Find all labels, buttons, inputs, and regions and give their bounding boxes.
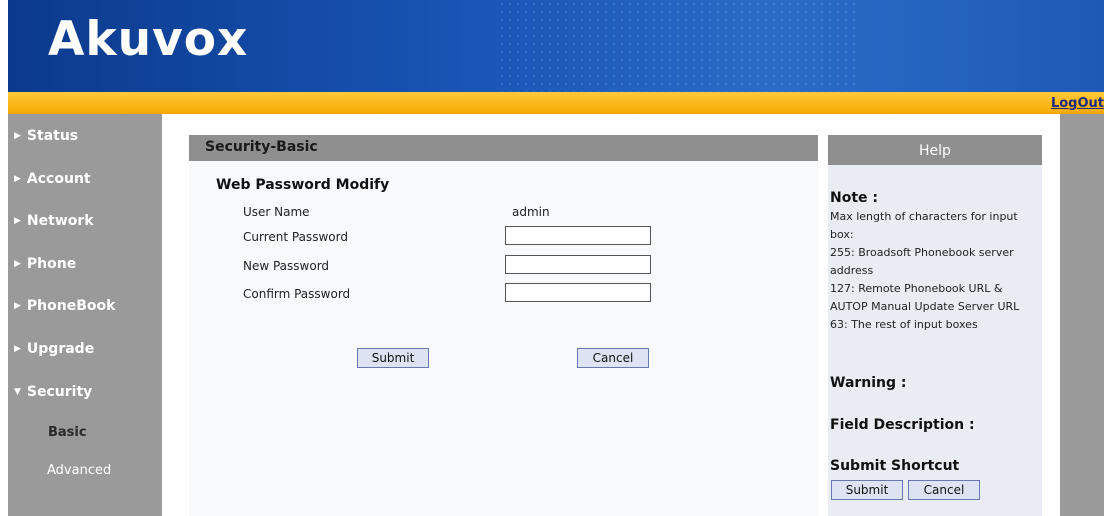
sidebar-item-label: Account (26, 171, 91, 187)
triangle-right-icon: ▶ (14, 216, 21, 226)
triangle-down-icon: ▼ (14, 387, 21, 397)
page-title: Security-Basic (205, 139, 318, 155)
right-gutter (1060, 114, 1104, 516)
new-password-input[interactable] (505, 255, 651, 274)
triangle-right-icon: ▶ (14, 259, 21, 269)
user-name-value: admin (512, 205, 550, 219)
sidebar-subitem-basic[interactable]: Basic (48, 425, 87, 440)
header-banner: Akuvox (8, 0, 1104, 92)
orange-divider-bar (8, 92, 1104, 114)
sidebar-item-phonebook[interactable]: ▶ PhoneBook (14, 298, 115, 314)
help-note-line: 63: The rest of input boxes (830, 318, 978, 331)
triangle-right-icon: ▶ (14, 174, 21, 184)
help-note-line: Max length of characters for input (830, 210, 1018, 223)
current-password-label: Current Password (243, 230, 348, 244)
help-note-line: AUTOP Manual Update Server URL (830, 300, 1020, 313)
akuvox-logo: Akuvox (48, 12, 249, 67)
triangle-right-icon: ▶ (14, 344, 21, 354)
help-note-heading: Note : (830, 190, 878, 206)
shortcut-cancel-button[interactable]: Cancel (908, 480, 980, 500)
new-password-label: New Password (243, 259, 330, 273)
sidebar-item-network[interactable]: ▶ Network (14, 213, 94, 229)
sidebar-item-account[interactable]: ▶ Account (14, 171, 91, 187)
help-note-line: address (830, 264, 874, 277)
sidebar-item-label: Security (26, 384, 93, 400)
section-title: Web Password Modify (216, 177, 390, 193)
sidebar-item-security[interactable]: ▼ Security (14, 384, 92, 400)
confirm-password-label: Confirm Password (243, 287, 351, 301)
sidebar-item-label: Phone (26, 256, 77, 272)
help-title: Help (828, 135, 1042, 165)
sidebar-item-label: PhoneBook (26, 298, 116, 314)
sidebar-item-upgrade[interactable]: ▶ Upgrade (14, 341, 94, 357)
help-field-description-heading: Field Description : (830, 417, 975, 433)
help-note-line: 255: Broadsoft Phonebook server (830, 246, 1014, 259)
triangle-right-icon: ▶ (14, 131, 21, 141)
sidebar-item-label: Status (26, 128, 79, 144)
shortcut-submit-button[interactable]: Submit (831, 480, 903, 500)
sidebar-item-label: Upgrade (26, 341, 95, 357)
sidebar-item-label: Network (26, 213, 94, 229)
help-submit-shortcut-heading: Submit Shortcut (830, 458, 960, 474)
sidebar-item-phone[interactable]: ▶ Phone (14, 256, 76, 272)
triangle-right-icon: ▶ (14, 301, 21, 311)
header-dot-pattern (498, 0, 858, 92)
sidebar-item-status[interactable]: ▶ Status (14, 128, 78, 144)
help-note-line: box: (830, 228, 854, 241)
submit-button[interactable]: Submit (357, 348, 429, 368)
cancel-button[interactable]: Cancel (577, 348, 649, 368)
user-name-label: User Name (243, 205, 310, 219)
current-password-input[interactable] (505, 226, 651, 245)
confirm-password-input[interactable] (505, 283, 651, 302)
help-warning-heading: Warning : (830, 375, 907, 391)
panel-title-bar: Security-Basic (189, 135, 818, 161)
sidebar-subitem-advanced[interactable]: Advanced (47, 463, 111, 478)
logout-link[interactable]: LogOut (1051, 96, 1104, 111)
help-note-line: 127: Remote Phonebook URL & (830, 282, 1003, 295)
